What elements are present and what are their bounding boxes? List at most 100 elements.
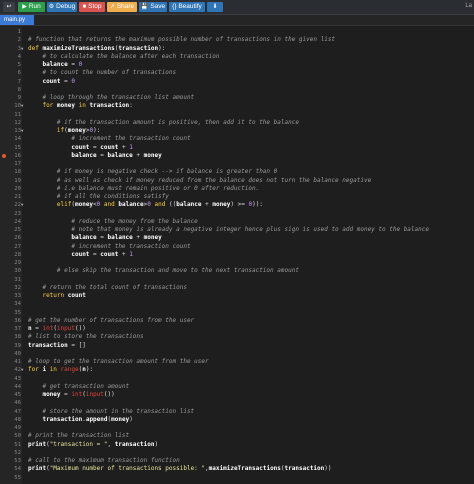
line-number[interactable]: 40 xyxy=(0,350,21,358)
line-number[interactable]: 9 xyxy=(0,94,21,102)
line-number[interactable]: 3 xyxy=(0,45,21,53)
code-line[interactable]: 19 # as well as check if money reduced f… xyxy=(0,177,474,185)
line-number[interactable]: 36 xyxy=(0,317,21,325)
line-number[interactable]: 27 xyxy=(0,243,21,251)
code-line[interactable]: 39 transaction = [] xyxy=(0,342,474,350)
line-number[interactable]: 11 xyxy=(0,111,21,119)
code-line[interactable]: 34 xyxy=(0,300,474,308)
code-line[interactable]: 41 # loop to get the transaction amount f… xyxy=(0,358,474,366)
code-line[interactable]: 35 xyxy=(0,309,474,317)
code-line[interactable]: 30 # else skip the transaction and move … xyxy=(0,267,474,275)
line-number[interactable]: 38 xyxy=(0,333,21,341)
line-number[interactable]: 29 xyxy=(0,259,21,267)
code-line[interactable]: 31 xyxy=(0,276,474,284)
code-editor[interactable]: 1 2 # function that returns the maximum po… xyxy=(0,27,474,484)
line-number[interactable]: 12 xyxy=(0,119,21,127)
code-line[interactable]: 48 transaction.append(money) xyxy=(0,416,474,424)
debug-button[interactable]: ⚙ Debug xyxy=(47,2,77,12)
line-number[interactable]: 15 xyxy=(0,144,21,152)
code-line[interactable]: 37 n = int(input()) xyxy=(0,325,474,333)
code-line[interactable]: 50 # print the transaction list xyxy=(0,432,474,440)
code-line[interactable]: 14 # increment the transaction count xyxy=(0,135,474,143)
code-line[interactable]: 20 # i.e balance must remain positive or… xyxy=(0,185,474,193)
code-line[interactable]: 55 xyxy=(0,474,474,482)
line-number[interactable]: 55 xyxy=(0,474,21,482)
line-number[interactable]: 24 xyxy=(0,218,21,226)
code-line[interactable]: 1 xyxy=(0,28,474,36)
line-number[interactable]: 20 xyxy=(0,185,21,193)
line-number[interactable]: 43 xyxy=(0,375,21,383)
line-number[interactable]: 42 xyxy=(0,366,21,374)
code-line[interactable]: 10 ▼ for money in transaction: xyxy=(0,102,474,110)
line-number[interactable]: 35 xyxy=(0,309,21,317)
line-number[interactable]: 17 xyxy=(0,160,21,168)
line-number[interactable]: 49 xyxy=(0,424,21,432)
beautify-button[interactable]: {} Beautify xyxy=(169,2,205,12)
code-line[interactable]: 16 balance = balance + money xyxy=(0,152,474,160)
back-button[interactable]: ↩ xyxy=(3,2,15,12)
line-number[interactable]: 25 xyxy=(0,226,21,234)
code-line[interactable]: 2 # function that returns the maximum pos… xyxy=(0,36,474,44)
code-line[interactable]: 38 # list to store the transactions xyxy=(0,333,474,341)
code-line[interactable]: 4 # to calculate the balance after each … xyxy=(0,53,474,61)
line-number[interactable]: 31 xyxy=(0,276,21,284)
line-number[interactable]: 19 xyxy=(0,177,21,185)
code-line[interactable]: 27 # increment the transaction count xyxy=(0,243,474,251)
share-button[interactable]: ↗ Share xyxy=(107,2,137,12)
code-line[interactable]: 12 # if the transaction amount is positi… xyxy=(0,119,474,127)
line-number[interactable]: 7 xyxy=(0,78,21,86)
line-number[interactable]: 6 xyxy=(0,69,21,77)
code-line[interactable]: 22 ▼ elif(money<0 and balance>0 and ((bal… xyxy=(0,201,474,209)
language-selector[interactable]: La xyxy=(465,3,472,9)
code-line[interactable]: 6 # to count the number of transactions xyxy=(0,69,474,77)
code-line[interactable]: 54 print("Maximum number of transactions … xyxy=(0,465,474,473)
line-number[interactable]: 50 xyxy=(0,432,21,440)
code-line[interactable]: 43 xyxy=(0,375,474,383)
line-number[interactable]: 8 xyxy=(0,86,21,94)
save-button[interactable]: 💾 Save xyxy=(139,2,167,12)
line-number[interactable]: 44 xyxy=(0,383,21,391)
line-number[interactable]: 51 xyxy=(0,441,21,449)
line-number[interactable]: 4 xyxy=(0,53,21,61)
code-line[interactable]: 36 # get the number of transactions from … xyxy=(0,317,474,325)
code-line[interactable]: 24 # reduce the money from the balance xyxy=(0,218,474,226)
tab-main-py[interactable]: main.py xyxy=(0,15,35,25)
line-number[interactable]: 34 xyxy=(0,300,21,308)
code-line[interactable]: 7 count = 0 xyxy=(0,78,474,86)
code-line[interactable]: 32 # return the total count of transacti… xyxy=(0,284,474,292)
code-line[interactable]: 33 return count xyxy=(0,292,474,300)
code-line[interactable]: 46 xyxy=(0,399,474,407)
line-number[interactable]: 18 xyxy=(0,168,21,176)
line-number[interactable]: 48 xyxy=(0,416,21,424)
code-line[interactable]: 15 count = count + 1 xyxy=(0,144,474,152)
line-number[interactable]: 53 xyxy=(0,457,21,465)
code-line[interactable]: 8 xyxy=(0,86,474,94)
line-number[interactable]: 13 xyxy=(0,127,21,135)
line-number[interactable]: 33 xyxy=(0,292,21,300)
line-number[interactable]: 2 xyxy=(0,36,21,44)
line-number[interactable]: 54 xyxy=(0,465,21,473)
code-line[interactable]: 25 # note that money is already a negati… xyxy=(0,226,474,234)
code-line[interactable]: 17 xyxy=(0,160,474,168)
code-line[interactable]: 51 print("transaction = ", transaction) xyxy=(0,441,474,449)
code-line[interactable]: 42 ▼ for i in range(n): xyxy=(0,366,474,374)
line-number[interactable]: 47 xyxy=(0,408,21,416)
line-number[interactable]: 26 xyxy=(0,234,21,242)
line-number[interactable]: 45 xyxy=(0,391,21,399)
line-number[interactable]: 28 xyxy=(0,251,21,259)
code-line[interactable]: 44 # get transaction amount xyxy=(0,383,474,391)
run-button[interactable]: ▶ Run xyxy=(18,2,45,12)
line-number[interactable]: 23 xyxy=(0,210,21,218)
line-number[interactable]: 10 xyxy=(0,102,21,110)
line-number[interactable]: 22 xyxy=(0,201,21,209)
breakpoint-icon[interactable] xyxy=(2,153,6,158)
fold-toggle-icon[interactable]: ▼ xyxy=(21,45,23,53)
code-line[interactable]: 52 xyxy=(0,449,474,457)
fold-toggle-icon[interactable]: ▼ xyxy=(21,127,23,135)
line-number[interactable]: 52 xyxy=(0,449,21,457)
code-line[interactable]: 26 balance = balance + money xyxy=(0,234,474,242)
code-line[interactable]: 23 xyxy=(0,210,474,218)
fold-toggle-icon[interactable]: ▼ xyxy=(21,201,23,209)
line-number[interactable]: 32 xyxy=(0,284,21,292)
code-line[interactable]: 40 xyxy=(0,350,474,358)
